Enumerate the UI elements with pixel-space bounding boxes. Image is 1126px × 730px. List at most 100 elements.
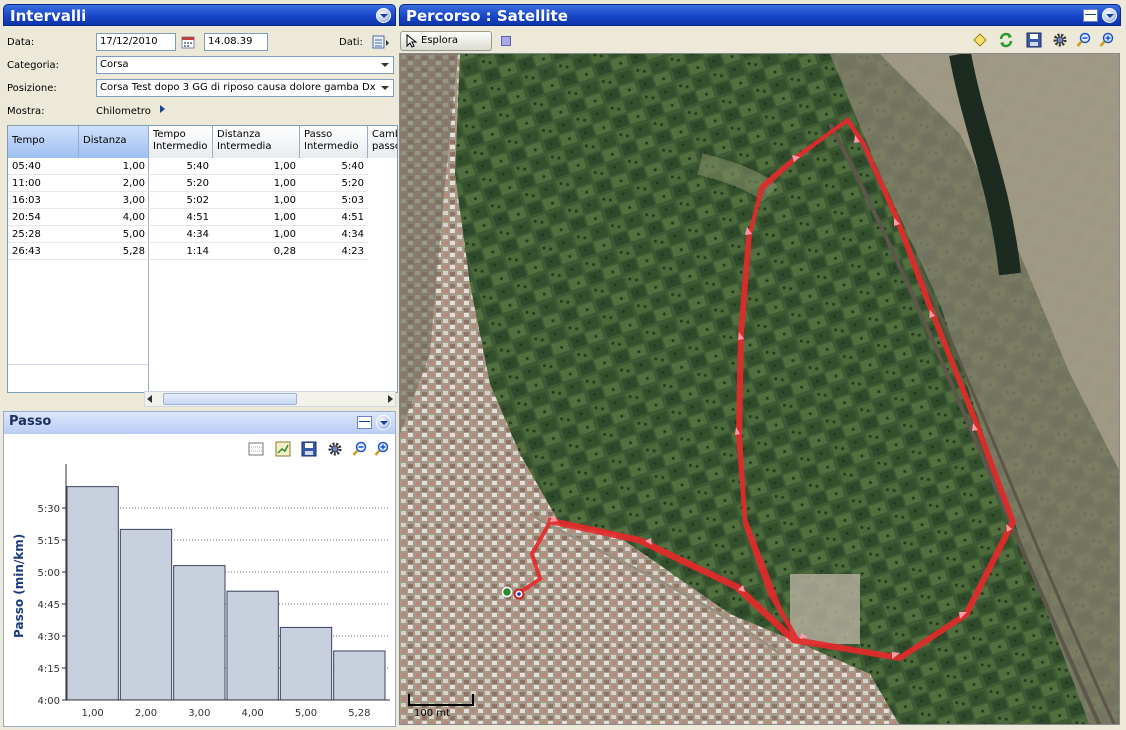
save-icon[interactable] xyxy=(1026,32,1042,48)
y-tick-label: 4:15 xyxy=(38,664,60,675)
table-cell[interactable]: 0,28 xyxy=(213,244,300,260)
cursor-arrow-icon xyxy=(406,33,418,51)
gear-icon[interactable] xyxy=(1052,32,1068,48)
passo-title: Passo xyxy=(9,414,52,429)
y-tick-label: 4:45 xyxy=(38,600,60,611)
maximize-icon[interactable] xyxy=(357,416,372,429)
table-cell[interactable]: 1,00 xyxy=(213,227,300,243)
column-header-tempo-intermedio[interactable]: Tempo Intermedio xyxy=(149,126,213,158)
intervalli-title: Intervalli xyxy=(10,7,87,25)
table-cell[interactable]: 1,00 xyxy=(213,176,300,192)
column-header-cambio-passo[interactable]: Camb passo xyxy=(368,126,397,158)
maximize-icon[interactable] xyxy=(1083,9,1098,22)
scroll-thumb[interactable] xyxy=(163,393,297,405)
y-tick-label: 5:30 xyxy=(38,504,60,515)
calendar-icon[interactable] xyxy=(180,34,196,50)
bar xyxy=(333,650,386,701)
x-tick-label: 2,00 xyxy=(135,708,157,719)
column-header-distanza-intermedia[interactable]: Distanza Intermedia xyxy=(213,126,300,158)
table-cell[interactable]: 5:20 xyxy=(300,176,368,192)
table-cell[interactable]: 5:03 xyxy=(300,193,368,209)
scroll-left-icon[interactable] xyxy=(147,395,152,403)
categoria-label: Categoria: xyxy=(7,60,60,71)
collapse-icon[interactable] xyxy=(1102,8,1117,23)
collapse-icon[interactable] xyxy=(376,8,391,23)
passo-header: Passo xyxy=(4,412,395,434)
pace-chart: 4:00 4:15 4:30 4:45 5:00 5:15 5:30 1,00 2,00 3,00… xyxy=(38,464,390,719)
table-cell[interactable]: 4:23 xyxy=(300,244,368,260)
scale-label: 100 mt xyxy=(414,708,450,719)
chevron-down-icon[interactable] xyxy=(378,80,393,96)
column-header-passo-intermedio[interactable]: Passo Intermedio xyxy=(300,126,368,158)
esplora-button[interactable]: Esplora xyxy=(400,31,492,51)
intervalli-panel: Intervalli Data: 17/12/2010 14.08.39 Dat… xyxy=(3,4,398,408)
percorso-panel: Percorso : Satellite Esplora 100 mt xyxy=(399,4,1123,727)
zoom-out-icon[interactable] xyxy=(1076,32,1092,48)
table-cell[interactable]: 5,00 xyxy=(79,227,149,243)
table-cell[interactable]: 1,00 xyxy=(79,159,149,175)
chevron-right-icon[interactable] xyxy=(160,105,165,113)
table-cell[interactable]: 4:51 xyxy=(149,210,213,226)
color-swatch-icon[interactable] xyxy=(501,36,511,46)
diamond-marker-icon[interactable] xyxy=(972,32,988,48)
mostra-value[interactable]: Chilometro xyxy=(96,106,151,117)
table-cell[interactable]: 5:40 xyxy=(300,159,368,175)
route-track xyxy=(501,118,1016,661)
y-tick-label: 4:30 xyxy=(38,632,60,643)
x-tick-label: 5,28 xyxy=(348,708,370,719)
table-cell[interactable]: 25:28 xyxy=(8,227,79,243)
table-cell[interactable]: 05:40 xyxy=(8,159,79,175)
table-cell[interactable]: 4:51 xyxy=(300,210,368,226)
scale-bar xyxy=(408,694,474,706)
x-tick-label: 5,00 xyxy=(295,708,317,719)
table-cell[interactable]: 20:54 xyxy=(8,210,79,226)
horizontal-scrollbar[interactable] xyxy=(144,391,396,407)
column-header-tempo[interactable]: Tempo xyxy=(8,126,79,158)
bar xyxy=(119,528,173,701)
zoom-in-icon[interactable] xyxy=(1099,32,1115,48)
x-tick-label: 1,00 xyxy=(82,708,104,719)
bar xyxy=(66,486,119,701)
satellite-map[interactable]: 100 mt xyxy=(399,53,1120,725)
collapse-icon[interactable] xyxy=(376,415,391,430)
table-cell[interactable]: 1,00 xyxy=(213,193,300,209)
date-field[interactable]: 17/12/2010 xyxy=(96,33,176,51)
table-cell[interactable]: 1,00 xyxy=(213,210,300,226)
table-cell[interactable]: 3,00 xyxy=(79,193,149,209)
table-cell[interactable]: 16:03 xyxy=(8,193,79,209)
intervals-table: Tempo Distanza Tempo Intermedio Distanza… xyxy=(7,125,398,393)
bar xyxy=(279,626,333,701)
column-header-distanza[interactable]: Distanza xyxy=(79,126,149,158)
table-cell[interactable]: 5,28 xyxy=(79,244,149,260)
table-footer-line xyxy=(8,364,148,365)
posizione-label: Posizione: xyxy=(7,83,57,94)
table-cell[interactable]: 2,00 xyxy=(79,176,149,192)
x-tick-label: 4,00 xyxy=(242,708,264,719)
passo-panel: Passo Passo (min/km) 4:00 4:15 4:30 4:45 5:0… xyxy=(3,411,396,727)
data-options-icon[interactable] xyxy=(372,34,389,50)
x-tick-label: 3,00 xyxy=(188,708,210,719)
table-cell[interactable]: 5:40 xyxy=(149,159,213,175)
table-cell[interactable]: 26:43 xyxy=(8,244,79,260)
time-field[interactable]: 14.08.39 xyxy=(204,33,268,51)
categoria-select[interactable]: Corsa xyxy=(96,56,394,74)
mostra-label: Mostra: xyxy=(7,106,45,117)
table-cell[interactable]: 4:34 xyxy=(149,227,213,243)
table-cell[interactable]: 5:02 xyxy=(149,193,213,209)
intervalli-header: Intervalli xyxy=(3,4,396,26)
table-cell[interactable]: 1,00 xyxy=(213,159,300,175)
y-tick-label: 5:15 xyxy=(38,536,60,547)
bar xyxy=(226,590,279,701)
chevron-down-icon[interactable] xyxy=(378,57,393,73)
table-cell[interactable]: 4,00 xyxy=(79,210,149,226)
y-tick-label: 5:00 xyxy=(38,568,60,579)
posizione-select[interactable]: Corsa Test dopo 3 GG di riposo causa dol… xyxy=(96,79,394,97)
data-label: Data: xyxy=(7,37,35,48)
table-cell[interactable]: 4:34 xyxy=(300,227,368,243)
refresh-icon[interactable] xyxy=(998,32,1014,48)
table-cell[interactable]: 1:14 xyxy=(149,244,213,260)
table-cell[interactable]: 5:20 xyxy=(149,176,213,192)
table-cell[interactable]: 11:00 xyxy=(8,176,79,192)
scroll-right-icon[interactable] xyxy=(388,395,393,403)
percorso-header: Percorso : Satellite xyxy=(399,4,1121,26)
